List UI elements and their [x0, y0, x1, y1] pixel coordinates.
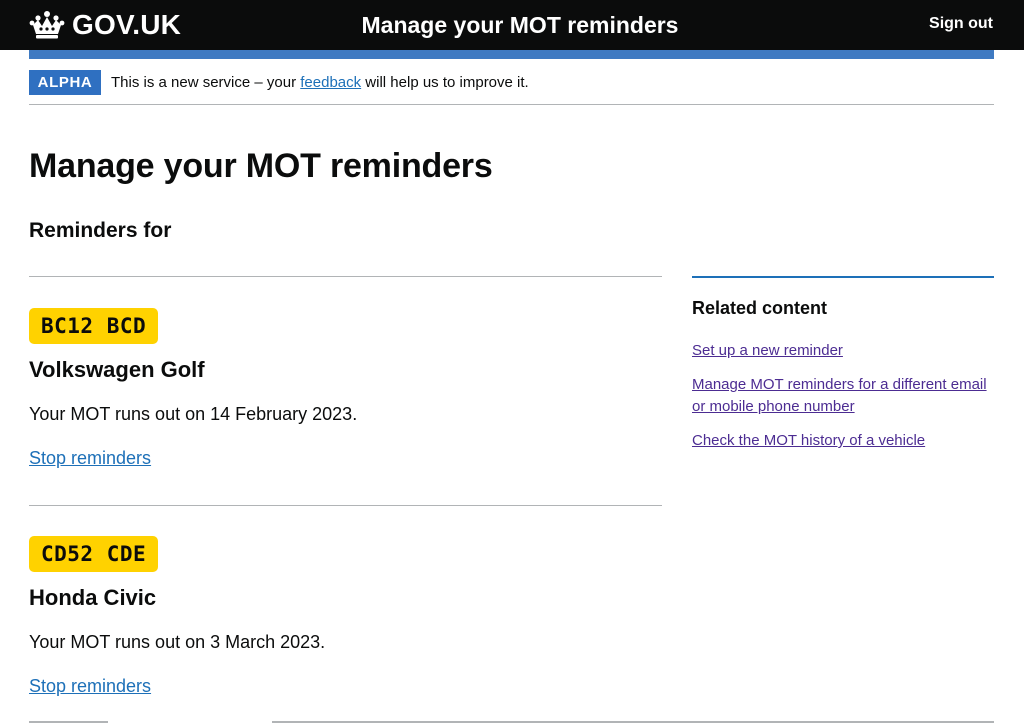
related-link-item: Check the MOT history of a vehicle [692, 430, 994, 452]
phase-banner: ALPHA This is a new service – your feedb… [29, 68, 994, 98]
phase-text-after: will help us to improve it. [361, 74, 529, 91]
phase-banner-divider [29, 104, 994, 105]
header-accent-bar [29, 50, 994, 59]
rule-segment [29, 721, 108, 723]
section-divider [29, 505, 662, 506]
rule-segment [272, 721, 994, 723]
stop-reminders-link[interactable]: Stop reminders [29, 446, 151, 470]
reminders-for-heading: Reminders for [29, 219, 172, 242]
number-plate: BC12 BCD [29, 308, 159, 344]
footer-edge-rule [29, 721, 994, 723]
related-link-new-reminder[interactable]: Set up a new reminder [692, 342, 843, 359]
site-header: GOV.UK Manage your MOT reminders Sign ou… [0, 0, 1024, 50]
vehicle-reminder: CD52 CDE Honda Civic Your MOT runs out o… [29, 536, 662, 698]
stop-reminders-link[interactable]: Stop reminders [29, 674, 151, 698]
related-link-different-contact[interactable]: Manage MOT reminders for a different ema… [692, 376, 987, 415]
feedback-link[interactable]: feedback [300, 74, 361, 91]
related-content-heading: Related content [692, 298, 828, 318]
related-link-item: Set up a new reminder [692, 340, 994, 362]
phase-text-before: This is a new service – your [111, 74, 301, 91]
vehicle-name: Honda Civic [29, 585, 157, 610]
phase-tag: ALPHA [29, 70, 101, 95]
phase-banner-text: This is a new service – your feedback wi… [111, 68, 529, 97]
sign-out-link[interactable]: Sign out [929, 0, 993, 48]
section-divider [29, 276, 662, 277]
related-link-item: Manage MOT reminders for a different ema… [692, 374, 994, 418]
related-content: Related content Set up a new reminder Ma… [692, 276, 994, 464]
related-link-mot-history[interactable]: Check the MOT history of a vehicle [692, 432, 925, 449]
vehicle-name: Volkswagen Golf [29, 357, 205, 382]
mot-expiry-text: Your MOT runs out on 14 February 2023. [29, 404, 358, 424]
page-title: Manage your MOT reminders [29, 147, 493, 185]
number-plate: CD52 CDE [29, 536, 159, 572]
service-name-link[interactable]: Manage your MOT reminders [0, 0, 1024, 50]
vehicle-reminder: BC12 BCD Volkswagen Golf Your MOT runs o… [29, 308, 662, 470]
related-links-list: Set up a new reminder Manage MOT reminde… [692, 340, 994, 452]
mot-expiry-text: Your MOT runs out on 3 March 2023. [29, 632, 326, 652]
